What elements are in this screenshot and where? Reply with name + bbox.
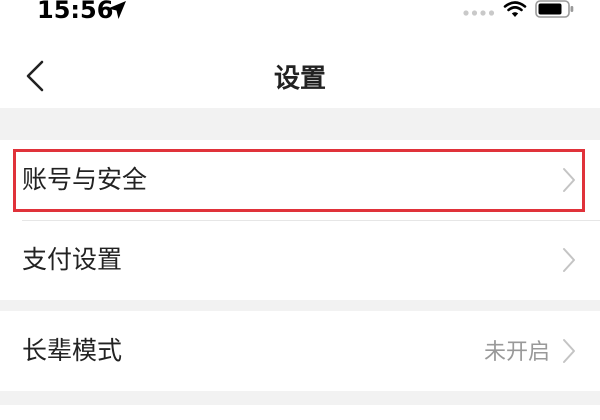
status-bar: 15:56 — [0, 0, 600, 32]
settings-section-elder: 长辈模式 未开启 — [0, 311, 600, 391]
chevron-right-icon — [563, 168, 575, 192]
row-label: 账号与安全 — [22, 165, 148, 194]
status-time: 15:56 — [37, 0, 114, 24]
settings-row-elder-mode[interactable]: 长辈模式 未开启 — [0, 311, 600, 391]
settings-row-account-security[interactable]: 账号与安全 — [0, 140, 600, 220]
chevron-right-icon — [563, 339, 575, 363]
wifi-icon — [503, 1, 527, 17]
battery-icon — [535, 0, 574, 18]
settings-row-payment[interactable]: 支付设置 — [0, 220, 600, 300]
page-title: 设置 — [273, 64, 326, 94]
elder-mode-status: 未开启 — [483, 340, 550, 365]
nav-bar: 设置 — [0, 32, 600, 108]
chevron-right-icon — [563, 248, 575, 272]
row-label: 长辈模式 — [22, 336, 123, 365]
settings-section-next — [0, 405, 600, 420]
settings-section-account: 账号与安全 支付设置 — [0, 140, 600, 300]
location-arrow-icon — [108, 1, 126, 19]
settings-screen: 15:56 设置 账号与安全 支付设置 长辈模式 未开启 — [0, 0, 600, 420]
row-label: 支付设置 — [22, 245, 123, 274]
signal-icon — [463, 10, 495, 16]
